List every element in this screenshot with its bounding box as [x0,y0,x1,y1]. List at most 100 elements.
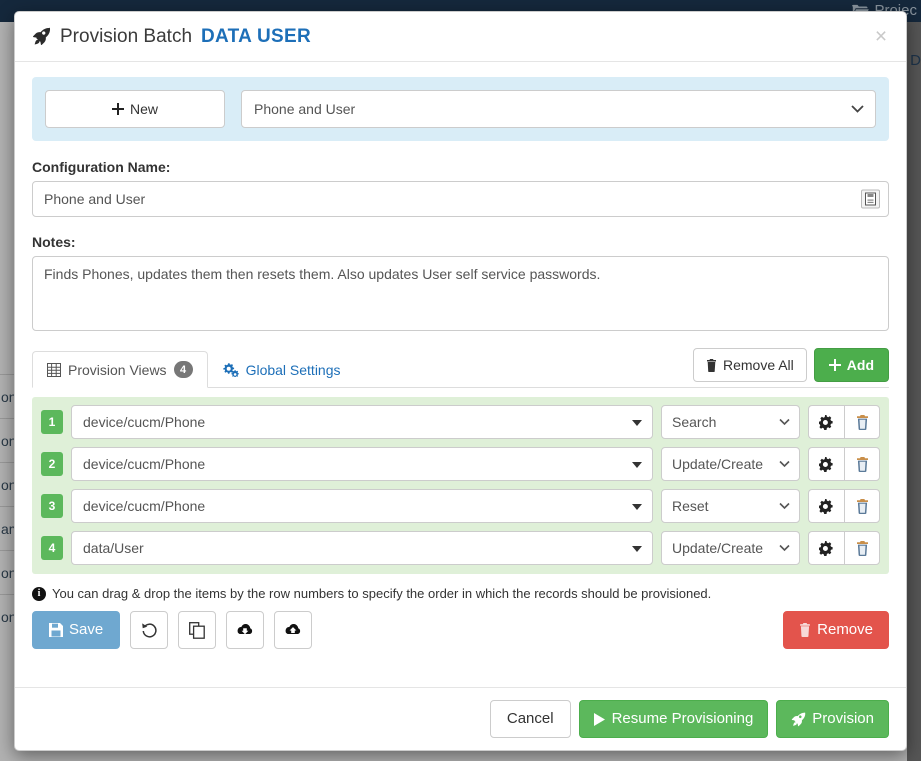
row-buttons [808,531,880,565]
plus-icon [112,103,124,115]
page-title-accent: DATA USER [201,27,311,46]
table-grid-icon [47,363,61,377]
chevron-down-icon [779,419,790,426]
remove-all-button-label: Remove All [723,357,794,374]
cancel-button[interactable]: Cancel [490,700,571,738]
modal-footer: Cancel Resume Provisioning Provision [15,687,906,750]
cloud-download-icon [236,623,254,637]
provision-row: 4 data/User Update/Create [41,531,880,565]
view-select[interactable]: device/cucm/Phone [71,489,653,523]
add-button[interactable]: Add [814,348,889,382]
copy-icon [189,622,205,639]
provision-button[interactable]: Provision [776,700,889,738]
close-icon[interactable]: × [870,26,892,48]
configuration-select[interactable]: Phone and User [241,90,876,128]
upload-config-button[interactable] [274,611,312,649]
view-select[interactable]: device/cucm/Phone [71,405,653,439]
chevron-down-icon [851,105,864,113]
tab-global-settings[interactable]: Global Settings [208,351,356,388]
configuration-name-input[interactable] [32,181,889,217]
modal-body: New Phone and User Configuration Name: N… [15,62,906,687]
floppy-icon [49,623,63,637]
tab-global-settings-label: Global Settings [246,361,341,379]
action-select-value: Search [672,414,716,430]
config-toolbar: Save [32,611,889,649]
row-settings-button[interactable] [808,405,844,439]
caret-down-icon [632,546,642,552]
provision-views-count-badge: 4 [174,361,193,378]
row-drag-handle[interactable]: 3 [41,494,63,518]
revert-button[interactable] [130,611,168,649]
gear-icon [819,457,834,472]
action-select[interactable]: Update/Create [661,531,800,565]
clone-button[interactable] [178,611,216,649]
configuration-select-value: Phone and User [254,101,355,117]
gear-icon [819,541,834,556]
resume-provisioning-button-label: Resume Provisioning [612,710,754,728]
row-delete-button[interactable] [844,489,880,523]
remove-config-button-label: Remove [817,621,873,639]
row-delete-button[interactable] [844,447,880,481]
row-drag-handle[interactable]: 2 [41,452,63,476]
row-buttons [808,405,880,439]
gear-icon [819,499,834,514]
view-select-value: device/cucm/Phone [83,456,205,472]
row-settings-button[interactable] [808,531,844,565]
page-title: Provision Batch DATA USER [32,27,311,46]
remove-config-button[interactable]: Remove [783,611,889,649]
page-title-prefix: Provision Batch [60,27,192,46]
new-button[interactable]: New [45,90,225,128]
row-drag-handle[interactable]: 4 [41,536,63,560]
resume-provisioning-button[interactable]: Resume Provisioning [579,700,769,738]
download-config-button[interactable] [226,611,264,649]
drag-drop-hint-text: You can drag & drop the items by the row… [52,586,711,601]
notes-textarea[interactable]: Finds Phones, updates them then resets t… [32,256,889,331]
save-button[interactable]: Save [32,611,120,649]
undo-icon [141,622,158,639]
view-select-value: device/cucm/Phone [83,498,205,514]
provision-row: 1 device/cucm/Phone Search [41,405,880,439]
row-delete-button[interactable] [844,531,880,565]
chevron-down-icon [779,503,790,510]
action-select[interactable]: Reset [661,489,800,523]
chevron-down-icon [779,461,790,468]
action-select[interactable]: Update/Create [661,447,800,481]
notes-label: Notes: [32,234,889,250]
trash-icon [706,359,717,372]
save-button-label: Save [69,621,103,639]
provision-row: 3 device/cucm/Phone Reset [41,489,880,523]
view-select[interactable]: data/User [71,531,653,565]
save-id-icon[interactable] [861,190,880,209]
provision-batch-modal: Provision Batch DATA USER × New Phone an… [14,11,907,751]
trash-icon [856,499,869,514]
trash-icon [799,623,811,637]
view-select-value: device/cucm/Phone [83,414,205,430]
tab-provision-views[interactable]: Provision Views 4 [32,351,208,388]
row-drag-handle[interactable]: 1 [41,410,63,434]
caret-down-icon [632,504,642,510]
provision-views-list: 1 device/cucm/Phone Search [32,397,889,574]
action-select[interactable]: Search [661,405,800,439]
row-delete-button[interactable] [844,405,880,439]
remove-all-button[interactable]: Remove All [693,348,807,382]
action-select-value: Update/Create [672,456,763,472]
view-select[interactable]: device/cucm/Phone [71,447,653,481]
info-icon: i [32,587,46,601]
rocket-icon [791,712,806,727]
play-icon [594,713,606,726]
row-settings-button[interactable] [808,447,844,481]
view-select-value: data/User [83,540,144,556]
action-select-value: Reset [672,498,709,514]
provision-button-label: Provision [812,710,874,728]
cloud-upload-icon [284,623,302,637]
row-settings-button[interactable] [808,489,844,523]
trash-icon [856,541,869,556]
configuration-name-label: Configuration Name: [32,159,889,175]
rocket-icon [32,27,51,46]
configuration-picker-panel: New Phone and User [32,77,889,141]
plus-icon [829,359,841,371]
action-select-value: Update/Create [672,540,763,556]
gear-icon [819,415,834,430]
tab-provision-views-label: Provision Views [68,361,167,379]
new-button-label: New [130,101,158,118]
